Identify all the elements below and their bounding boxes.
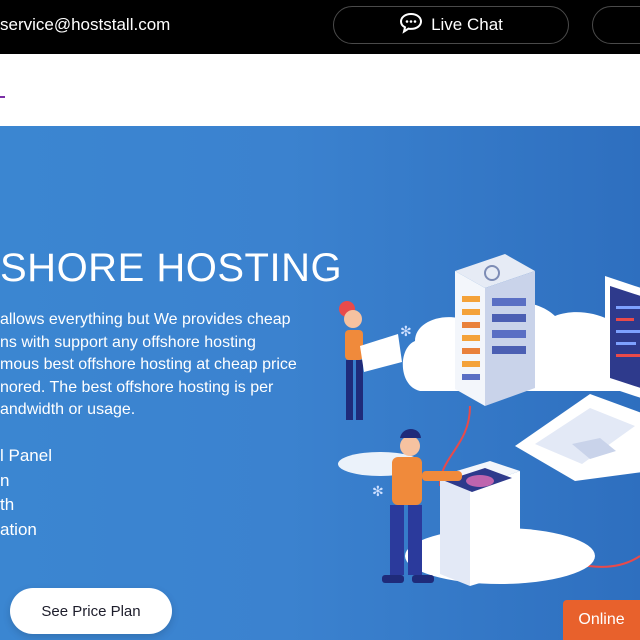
hero-title: SHORE HOSTING xyxy=(0,246,343,290)
live-chat-label: Live Chat xyxy=(431,15,503,34)
description-line: allows everything but We provides cheap xyxy=(0,311,291,328)
feature-item: th xyxy=(0,495,15,515)
feature-item: ation xyxy=(0,520,37,540)
chat-bubble-icon xyxy=(399,12,423,39)
description-line: ns with support any offshore hosting xyxy=(0,333,256,351)
logo[interactable] xyxy=(0,96,5,98)
topbar-secondary-button[interactable] xyxy=(592,6,640,44)
feature-list: l Panel n th ation xyxy=(0,444,52,543)
svg-text:✻: ✻ xyxy=(372,484,384,500)
feature-item: l Panel xyxy=(0,446,52,465)
feature-item: n xyxy=(0,470,10,490)
svg-text:✻: ✻ xyxy=(400,324,412,340)
hero-description: allows everything but We provides cheap … xyxy=(0,309,320,422)
see-price-plan-button[interactable]: See Price Plan xyxy=(10,588,172,634)
live-chat-button[interactable]: Live Chat xyxy=(333,6,569,44)
description-line: andwidth or usage. xyxy=(0,401,136,418)
hero-banner: SHORE HOSTING allows everything but We p… xyxy=(0,126,640,640)
description-line: mous best offshore hosting at cheap pric… xyxy=(0,356,297,373)
online-chat-widget[interactable]: Online xyxy=(563,600,640,640)
navbar xyxy=(0,54,640,126)
top-bar: service@hoststall.com Live Chat xyxy=(0,0,640,54)
description-line: nored. The best offshore hosting is per xyxy=(0,378,274,396)
hosting-illustration: ✻ ✻ xyxy=(338,254,640,586)
contact-email[interactable]: service@hoststall.com xyxy=(0,15,170,35)
